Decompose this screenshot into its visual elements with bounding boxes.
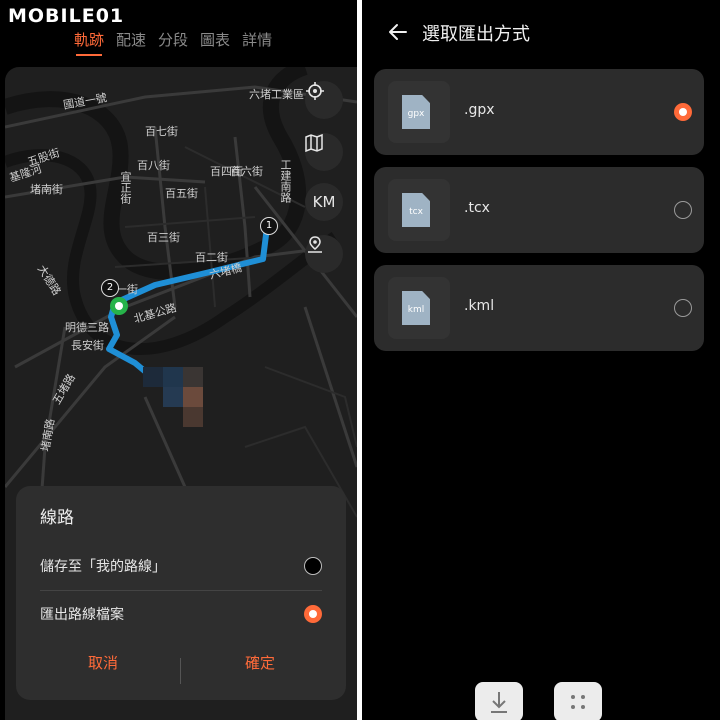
format-label: .gpx xyxy=(464,102,495,118)
map-layers-icon xyxy=(305,133,323,153)
file-icon: gpx xyxy=(388,81,450,143)
option-label: 儲存至「我的路線」 xyxy=(40,559,166,575)
export-format-screen: 選取匯出方式 gpx .gpx tcx .tcx kml .kml xyxy=(362,0,720,720)
radio-button-selected[interactable] xyxy=(674,103,692,121)
dialog-title: 線路 xyxy=(40,508,74,528)
blurred-area xyxy=(163,387,183,407)
download-icon xyxy=(491,692,507,713)
watermark-text: MOBILE01 xyxy=(8,5,125,27)
format-label: .tcx xyxy=(464,200,490,216)
tab-track[interactable]: 軌跡 xyxy=(74,29,104,56)
download-button[interactable] xyxy=(475,682,523,720)
blurred-area xyxy=(183,387,203,407)
option-label: 匯出路線檔案 xyxy=(40,607,124,623)
lap-marker-2: 2 xyxy=(101,279,119,297)
map-label: 百七街 xyxy=(145,125,178,138)
map-label: 長安街 xyxy=(71,339,104,352)
format-option-gpx[interactable]: gpx .gpx xyxy=(374,69,704,155)
map-label: 宜正街 xyxy=(119,171,132,204)
route-pin-icon xyxy=(308,236,322,253)
radio-button[interactable] xyxy=(304,557,322,575)
map-label: 工建南路 xyxy=(279,159,292,203)
back-arrow-icon[interactable] xyxy=(386,20,410,44)
format-option-tcx[interactable]: tcx .tcx xyxy=(374,167,704,253)
tab-details[interactable]: 詳情 xyxy=(242,29,272,56)
map-label: 百八街 xyxy=(137,159,170,172)
activity-track-screen: MOBILE01 軌跡 配速 分段 圖表 詳情 六堵工業區 國道一號 基隆河 堵… xyxy=(0,0,357,720)
file-ext: gpx xyxy=(407,109,425,119)
map-label: 百三街 xyxy=(147,231,180,244)
page-title: 選取匯出方式 xyxy=(422,24,530,45)
blurred-area xyxy=(183,407,203,427)
map-label: 明德三路 xyxy=(65,321,109,334)
blurred-area xyxy=(143,367,163,387)
tab-charts[interactable]: 圖表 xyxy=(200,29,230,56)
tab-splits[interactable]: 分段 xyxy=(158,29,188,56)
map-label: 百六街 xyxy=(230,165,263,178)
lap-marker-1: 1 xyxy=(260,217,278,235)
cancel-button[interactable]: 取消 xyxy=(88,652,118,673)
unit-button[interactable]: KM xyxy=(305,183,343,221)
start-marker xyxy=(110,297,128,315)
format-option-kml[interactable]: kml .kml xyxy=(374,265,704,351)
radio-button[interactable] xyxy=(674,201,692,219)
map-label: 百五街 xyxy=(165,187,198,200)
more-dots-icon xyxy=(571,695,585,709)
confirm-button[interactable]: 確定 xyxy=(245,652,275,673)
mobile01-watermark: MOBILE01 xyxy=(8,5,124,27)
file-icon: kml xyxy=(388,277,450,339)
route-dialog: 線路 儲存至「我的路線」 匯出路線檔案 取消 確定 xyxy=(16,486,346,700)
blurred-area xyxy=(183,367,203,387)
file-ext: tcx xyxy=(409,207,423,217)
locate-icon xyxy=(306,82,324,100)
file-icon: tcx xyxy=(388,179,450,241)
activity-tabs: 軌跡 配速 分段 圖表 詳情 xyxy=(74,29,284,56)
divider xyxy=(40,590,322,591)
map-layers-button[interactable] xyxy=(305,133,343,171)
blurred-area xyxy=(163,367,183,387)
tab-pace[interactable]: 配速 xyxy=(116,29,146,56)
map-label: 堵南街 xyxy=(30,183,63,196)
locate-button[interactable] xyxy=(305,81,343,119)
route-pin-button[interactable] xyxy=(305,235,343,273)
unit-label: KM xyxy=(312,193,336,211)
format-label: .kml xyxy=(464,298,495,314)
save-to-my-routes-option[interactable]: 儲存至「我的路線」 xyxy=(40,546,322,586)
radio-button[interactable] xyxy=(674,299,692,317)
more-button[interactable] xyxy=(554,682,602,720)
map-label: 六堵工業區 xyxy=(249,88,304,101)
export-route-file-option[interactable]: 匯出路線檔案 xyxy=(40,594,322,634)
radio-button-selected[interactable] xyxy=(304,605,322,623)
divider xyxy=(180,658,181,684)
file-ext: kml xyxy=(407,305,425,315)
